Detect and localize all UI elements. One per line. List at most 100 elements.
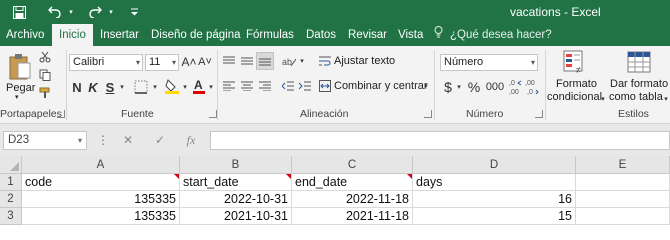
cell-d3[interactable]: 15 [413, 208, 576, 225]
borders-icon[interactable] [132, 78, 150, 95]
tell-me-box[interactable]: ¿Qué desea hacer? [434, 24, 552, 46]
cell-a1[interactable]: code [22, 174, 180, 191]
numero-launcher-icon[interactable] [535, 110, 543, 118]
font-name-select[interactable]: Calibri ▾ [69, 54, 143, 71]
align-bottom-icon[interactable] [256, 52, 274, 70]
tab-diseno-de-pagina[interactable]: Diseño de página [151, 24, 241, 46]
italic-button[interactable]: K [87, 79, 99, 95]
conditional-format-dropdown-icon[interactable]: ▾ [599, 93, 607, 105]
shrink-font-button[interactable]: A˅ [198, 54, 212, 70]
merge-center-dropdown-icon[interactable]: ▾ [422, 79, 430, 93]
orientation-icon[interactable]: ab [281, 54, 297, 68]
merge-center-label[interactable]: Combinar y centrar [334, 80, 428, 92]
borders-dropdown-icon[interactable]: ▾ [151, 79, 159, 95]
group-label-portapapeles: Portapapeles [0, 108, 62, 120]
insert-function-icon[interactable]: fx [183, 131, 199, 150]
font-color-dropdown-icon[interactable]: ▾ [207, 79, 215, 95]
format-as-table-dropdown-icon[interactable]: ▾ [662, 93, 670, 105]
align-right-icon[interactable] [258, 79, 272, 93]
font-size-select[interactable]: 11 ▾ [145, 54, 179, 71]
cancel-icon[interactable]: ✕ [120, 131, 136, 150]
conditional-format-label-line2[interactable]: condicional [547, 91, 602, 103]
cell-a3[interactable]: 135335 [22, 208, 180, 225]
undo-icon[interactable] [46, 2, 64, 22]
currency-format-button[interactable]: $ [442, 78, 454, 96]
formula-input[interactable] [210, 131, 670, 150]
alineacion-launcher-icon[interactable] [424, 110, 432, 118]
undo-dropdown-icon[interactable]: ▾ [66, 2, 76, 22]
tab-datos[interactable]: Datos [306, 24, 336, 46]
cell-d2[interactable]: 16 [413, 191, 576, 208]
column-header-a[interactable]: A [22, 156, 180, 174]
cell-a2[interactable]: 135335 [22, 191, 180, 208]
chevron-down-icon: ▾ [171, 58, 176, 67]
column-header-e[interactable]: E [576, 156, 670, 174]
conditional-format-label-line1[interactable]: Formato [556, 78, 597, 90]
redo-dropdown-icon[interactable]: ▾ [106, 2, 116, 22]
number-format-select[interactable]: Número ▾ [440, 54, 538, 71]
align-middle-icon[interactable] [240, 54, 254, 68]
conditional-format-icon[interactable]: ≠ [562, 49, 586, 75]
cell-d1[interactable]: days [413, 174, 576, 191]
tab-inicio[interactable]: Inicio [52, 24, 93, 46]
fuente-launcher-icon[interactable] [209, 110, 217, 118]
fill-color-dropdown-icon[interactable]: ▾ [181, 79, 189, 95]
tab-vista[interactable]: Vista [398, 24, 423, 46]
tab-insertar[interactable]: Insertar [100, 24, 139, 46]
customize-dropdown-icon[interactable] [128, 2, 140, 22]
font-color-icon[interactable]: A [192, 77, 206, 95]
name-box[interactable]: D23 ▾ [3, 131, 87, 150]
currency-dropdown-icon[interactable]: ▾ [455, 79, 463, 95]
tab-revisar[interactable]: Revisar [348, 24, 387, 46]
decrease-decimal-icon[interactable]: ,00,0 [525, 76, 539, 98]
column-header-b[interactable]: B [180, 156, 292, 174]
underline-dropdown-icon[interactable]: ▾ [118, 79, 126, 95]
increase-decimal-icon[interactable]: ,0,00 [509, 76, 523, 98]
wrap-text-label[interactable]: Ajustar texto [334, 55, 395, 67]
paste-icon[interactable] [6, 52, 34, 82]
tab-formulas[interactable]: Fórmulas [246, 24, 294, 46]
cell-b3[interactable]: 2021-10-31 [180, 208, 292, 225]
align-top-icon[interactable] [222, 54, 236, 68]
align-center-icon[interactable] [240, 79, 254, 93]
grow-font-button[interactable]: A˄ [182, 54, 197, 70]
cell-c1[interactable]: end_date [292, 174, 413, 191]
format-as-table-icon[interactable] [626, 49, 652, 75]
row-header-3[interactable]: 3 [0, 208, 22, 225]
format-as-table-label-line2[interactable]: como tabla [609, 91, 663, 103]
portapapeles-launcher-icon[interactable] [57, 110, 65, 118]
save-icon[interactable] [10, 2, 28, 22]
cell-b1[interactable]: start_date [180, 174, 292, 191]
tab-archivo[interactable]: Archivo [6, 24, 44, 46]
orientation-dropdown-icon[interactable]: ▾ [298, 54, 306, 68]
select-all-button[interactable] [0, 156, 22, 174]
row-header-1[interactable]: 1 [0, 174, 22, 191]
percent-format-button[interactable]: % [467, 78, 481, 96]
align-left-icon[interactable] [222, 79, 236, 93]
enter-icon[interactable]: ✓ [152, 131, 168, 150]
cell-e1[interactable] [576, 174, 670, 191]
cut-icon[interactable] [38, 50, 52, 64]
column-header-d[interactable]: D [413, 156, 576, 174]
row-header-2[interactable]: 2 [0, 191, 22, 208]
format-as-table-label-line1[interactable]: Dar formato [610, 78, 668, 90]
thousands-separator-button[interactable]: 000 [484, 78, 506, 96]
paste-label[interactable]: Pegar [6, 82, 35, 94]
cell-e2[interactable] [576, 191, 670, 208]
cell-e3[interactable] [576, 208, 670, 225]
fill-color-icon[interactable] [164, 77, 180, 95]
cell-b2[interactable]: 2022-10-31 [180, 191, 292, 208]
bold-button[interactable]: N [71, 79, 83, 95]
cell-c3[interactable]: 2021-11-18 [292, 208, 413, 225]
format-painter-icon[interactable] [38, 86, 52, 100]
column-header-c[interactable]: C [292, 156, 413, 174]
cell-c2[interactable]: 2022-11-18 [292, 191, 413, 208]
underline-button[interactable]: S [104, 79, 116, 95]
decrease-indent-icon[interactable] [281, 79, 295, 93]
wrap-text-icon[interactable] [318, 54, 332, 68]
redo-icon[interactable] [86, 2, 104, 22]
merge-center-icon[interactable] [318, 79, 332, 93]
increase-indent-icon[interactable] [298, 79, 312, 93]
copy-icon[interactable] [38, 68, 52, 82]
paste-dropdown-icon[interactable]: ▾ [15, 93, 19, 101]
